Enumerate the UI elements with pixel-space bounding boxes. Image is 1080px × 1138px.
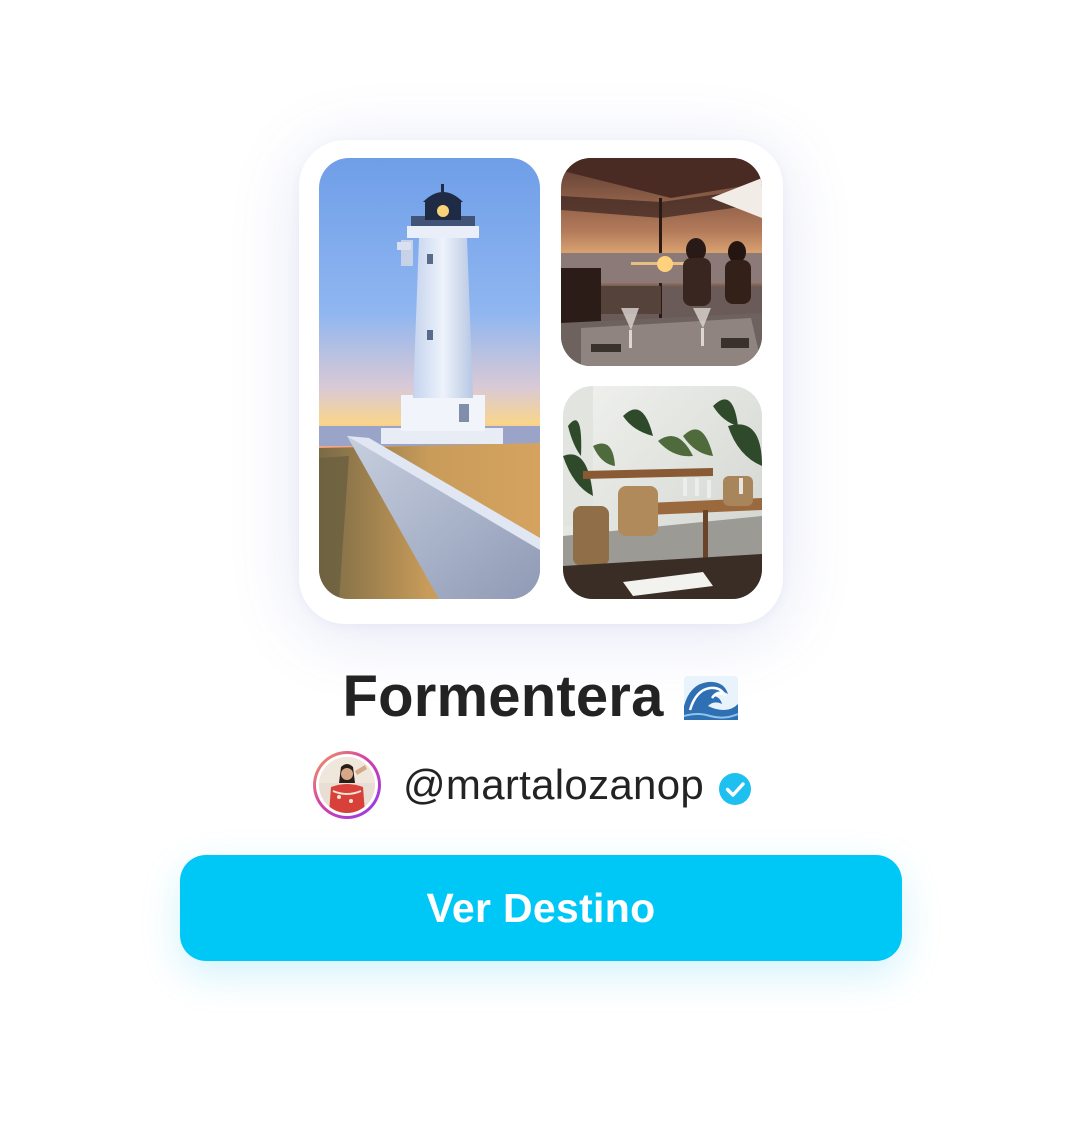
destination-title: Formentera [342, 663, 664, 729]
photo-collage-card[interactable] [299, 140, 783, 624]
avatar[interactable] [313, 751, 381, 819]
author-handle[interactable]: @martalozanop [403, 761, 704, 809]
ocean-wave-emoji-icon [683, 676, 738, 720]
destination-title-row: Formentera [0, 656, 1080, 736]
ver-destino-button[interactable]: Ver Destino [180, 855, 902, 961]
dining-room-photo[interactable] [563, 386, 762, 599]
verified-check-icon [719, 773, 752, 805]
avatar-photo [319, 757, 375, 813]
lighthouse-photo[interactable] [319, 158, 540, 599]
terrace-restaurant-photo[interactable] [561, 158, 762, 366]
author-row[interactable]: @martalozanop [313, 750, 752, 820]
